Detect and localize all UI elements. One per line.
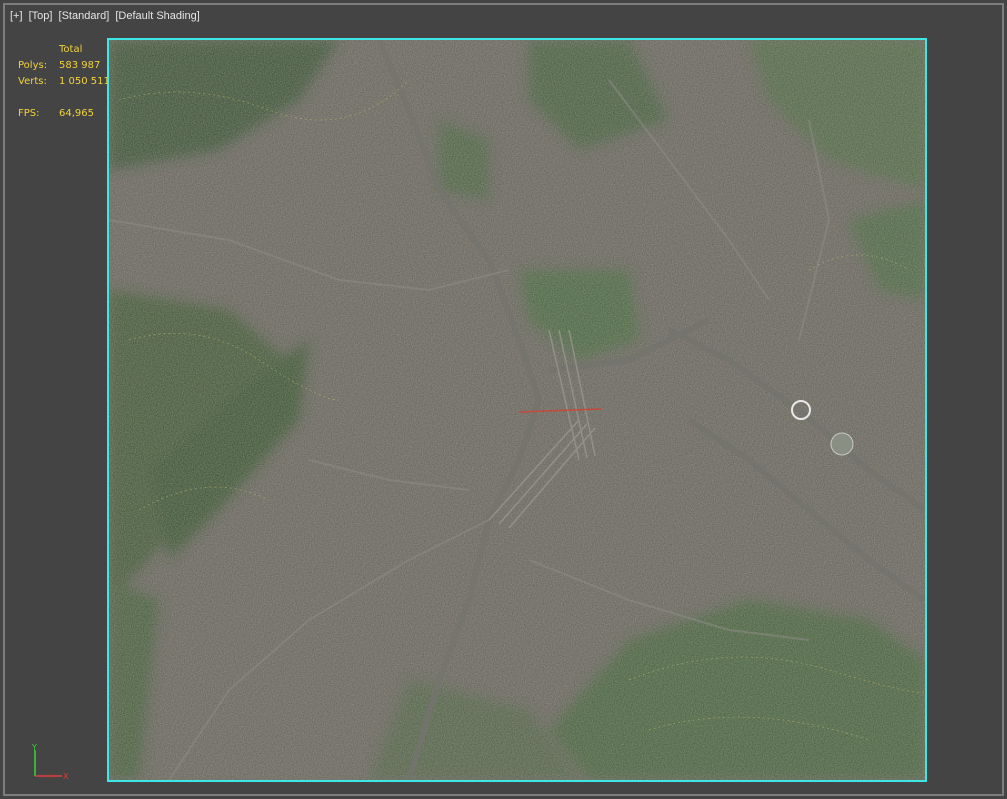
viewport-shading-mode-label[interactable]: [Standard]: [59, 10, 110, 22]
verts-label: Verts:: [18, 76, 47, 87]
scene-statistics: Total Polys: 583 987 Verts: 1 050 511 FP…: [18, 42, 119, 122]
y-axis-label: Y: [31, 743, 37, 752]
viewport-menu-plus[interactable]: [+]: [10, 10, 23, 22]
viewport-point-of-view-label[interactable]: [Top]: [29, 10, 53, 22]
x-axis-label: X: [63, 772, 69, 781]
polys-label: Polys:: [18, 60, 48, 71]
viewport-top[interactable]: [+] [Top] [Standard] [Default Shading] T…: [3, 3, 1004, 796]
satellite-terrain-texture: [109, 40, 925, 780]
viewport-label-bar: [+] [Top] [Standard] [Default Shading]: [10, 10, 203, 22]
fps-label: FPS:: [18, 108, 40, 119]
axis-gizmo-icon: Y X: [31, 743, 69, 781]
viewport-visual-style-label[interactable]: [Default Shading]: [115, 10, 199, 22]
selected-terrain-object[interactable]: [107, 38, 927, 782]
